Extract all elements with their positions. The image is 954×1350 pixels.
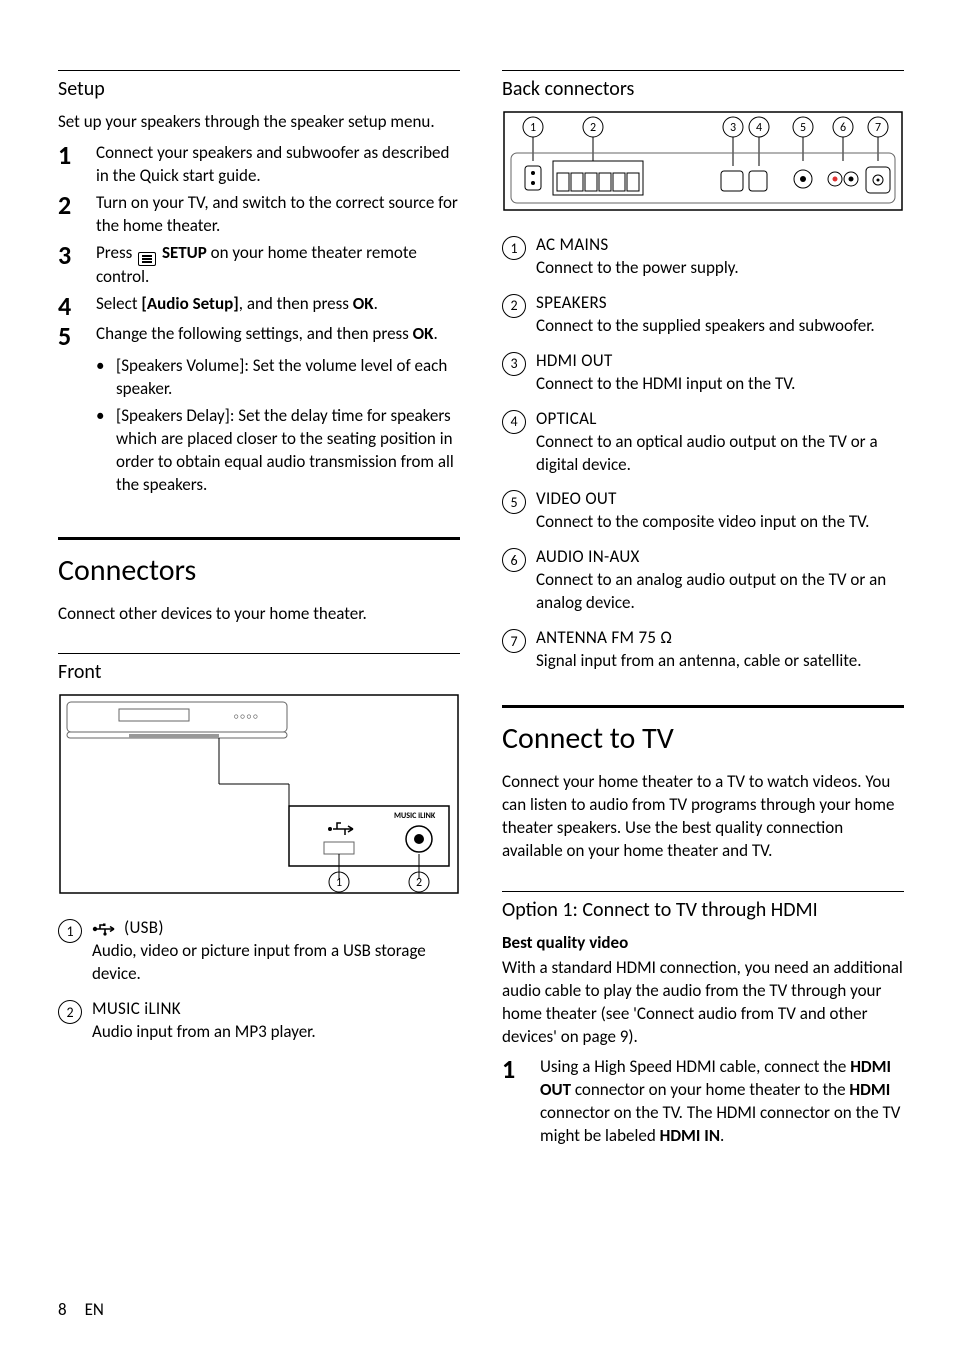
option1-heading: Option 1: Connect to TV through HDMI: [502, 898, 904, 922]
step-2: 2Turn on your TV, and switch to the corr…: [58, 192, 460, 238]
step-5: 5Change the following settings, and then…: [58, 323, 460, 349]
page-footer: 8 EN: [58, 1289, 904, 1320]
divider: [502, 891, 904, 892]
svg-text:5: 5: [800, 121, 806, 135]
back-diagram: 1 2 3 4 5 6 7: [502, 111, 904, 216]
divider-thick: [502, 705, 904, 708]
svg-text:7: 7: [875, 121, 881, 135]
page-number: 8: [58, 1299, 67, 1320]
svg-text:3: 3: [730, 121, 736, 135]
front-def-2-desc: Audio input from an MP3 player.: [92, 1021, 460, 1044]
divider: [58, 653, 460, 654]
divider-thick: [58, 537, 460, 540]
svg-text:○○○○: ○○○○: [234, 712, 260, 722]
divider: [58, 70, 460, 71]
front-definitions: 1 (USB) Audio, video or picture input fr…: [58, 917, 460, 1044]
setup-heading: Setup: [58, 77, 460, 101]
callout-1: 1: [58, 919, 82, 943]
svg-text:2: 2: [416, 876, 422, 890]
back-def-4: 4OPTICALConnect to an optical audio outp…: [502, 408, 904, 477]
setup-intro: Set up your speakers through the speaker…: [58, 111, 460, 134]
back-definitions: 1AC MAINSConnect to the power supply. 2S…: [502, 234, 904, 673]
svg-text:2: 2: [590, 121, 596, 135]
back-def-6: 6AUDIO IN-AUXConnect to an analog audio …: [502, 546, 904, 615]
svg-text:1: 1: [336, 876, 342, 890]
connectors-intro: Connect other devices to your home theat…: [58, 603, 460, 626]
svg-text:6: 6: [840, 121, 846, 135]
back-heading: Back connectors: [502, 77, 904, 101]
connectors-heading: Connectors: [58, 552, 460, 589]
option1-subheading: Best quality video: [502, 932, 904, 955]
substep-2: •[Speakers Delay]: Set the delay time fo…: [96, 405, 460, 497]
back-def-7: 7ANTENNA FM 75 ΩSignal input from an ant…: [502, 627, 904, 673]
front-heading: Front: [58, 660, 460, 684]
step-4: 4Select [Audio Setup], and then press OK…: [58, 293, 460, 319]
connect-tv-intro: Connect your home theater to a TV to wat…: [502, 771, 904, 863]
option1-steps: 1Using a High Speed HDMI cable, connect …: [502, 1056, 904, 1148]
callout-2: 2: [58, 1000, 82, 1024]
substep-1: •[Speakers Volume]: Set the volume level…: [96, 355, 460, 401]
option1-step-1: 1Using a High Speed HDMI cable, connect …: [502, 1056, 904, 1148]
back-def-3: 3HDMI OUTConnect to the HDMI input on th…: [502, 350, 904, 396]
back-def-1: 1AC MAINSConnect to the power supply.: [502, 234, 904, 280]
connect-tv-heading: Connect to TV: [502, 720, 904, 757]
front-def-1: 1 (USB) Audio, video or picture input fr…: [58, 917, 460, 986]
page: Setup Set up your speakers through the s…: [0, 0, 954, 1350]
front-def-2-title: MUSIC iLINK: [92, 998, 460, 1021]
columns: Setup Set up your speakers through the s…: [58, 70, 904, 1249]
step-1: 1Connect your speakers and subwoofer as …: [58, 142, 460, 188]
option1-intro: With a standard HDMI connection, you nee…: [502, 957, 904, 1049]
svg-text:4: 4: [756, 121, 762, 135]
front-def-1-title: (USB): [92, 917, 460, 940]
left-column: Setup Set up your speakers through the s…: [58, 70, 460, 1249]
back-def-5: 5VIDEO OUTConnect to the composite video…: [502, 488, 904, 534]
back-def-2: 2SPEAKERSConnect to the supplied speaker…: [502, 292, 904, 338]
setup-substeps: •[Speakers Volume]: Set the volume level…: [96, 355, 460, 497]
front-diagram: ○○○○ MUSIC iLINK: [58, 694, 460, 899]
front-def-1-desc: Audio, video or picture input from a USB…: [92, 940, 460, 986]
svg-text:1: 1: [530, 121, 536, 135]
divider: [502, 70, 904, 71]
right-column: Back connectors 1 2 3 4 5 6 7: [502, 70, 904, 1249]
page-lang: EN: [85, 1299, 104, 1320]
svg-text:MUSIC iLINK: MUSIC iLINK: [394, 811, 436, 821]
step-3: 3Press SETUP on your home theater remote…: [58, 242, 460, 289]
setup-icon: [138, 252, 156, 266]
setup-steps: 1Connect your speakers and subwoofer as …: [58, 142, 460, 497]
front-def-2: 2 MUSIC iLINK Audio input from an MP3 pl…: [58, 998, 460, 1044]
